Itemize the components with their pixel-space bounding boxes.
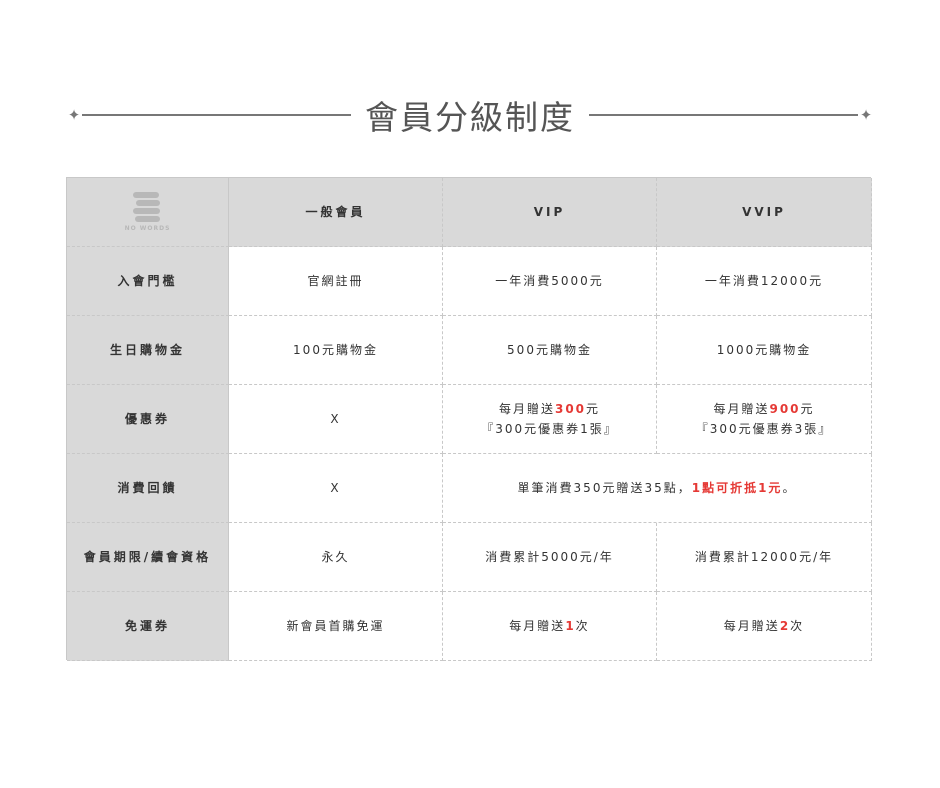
row-label-rewards: 消費回饋 [67,454,229,523]
cell-threshold-vvip: 一年消費12000元 [657,247,872,316]
cell-shipping-vip-line: 每月贈送1次 [509,616,589,636]
cell-shipping-vip: 每月贈送1次 [443,592,657,661]
cell-rewards-line: 單筆消費350元贈送35點，1點可折抵1元。 [518,478,797,498]
cell-coupon-regular: X [229,385,443,454]
cell-coupon-vip-line1: 每月贈送300元 [499,399,600,419]
cell-rewards-regular: X [229,454,443,523]
cell-birthday-vip: 500元購物金 [443,316,657,385]
cell-shipping-regular: 新會員首購免運 [229,592,443,661]
cell-coupon-vvip-line2: 『300元優惠券3張』 [695,422,833,436]
cell-term-vip: 消費累計5000元/年 [443,523,657,592]
cell-coupon-vip: 每月贈送300元 『300元優惠券1張』 [443,385,657,454]
coupon-vvip-suffix: 元 [800,402,815,416]
cell-coupon-vip-line2: 『300元優惠券1張』 [481,422,618,436]
membership-table: NO WORDS 一般會員 VIP VVIP 入會門檻 官網註冊 一年消費500… [66,177,872,661]
title-line-right [589,114,858,116]
brand-logo-text: NO WORDS [124,225,171,232]
brand-logo: NO WORDS [125,191,171,233]
title-row: ✦ 會員分級制度 ✦ [66,90,874,140]
row-label-coupon: 優惠券 [67,385,229,454]
column-header-regular: 一般會員 [229,178,443,247]
coupon-vip-prefix: 每月贈送 [498,402,555,416]
shipping-vip-suffix: 次 [575,619,590,633]
coupon-vvip-highlight: 900 [769,402,801,416]
shipping-vip-prefix: 每月贈送 [509,619,566,633]
coupon-vvip-prefix: 每月贈送 [713,402,770,416]
cell-shipping-vvip: 每月贈送2次 [657,592,872,661]
sparkle-left-icon: ✦ [67,106,81,124]
cell-rewards-vip-vvip: 單筆消費350元贈送35點，1點可折抵1元。 [443,454,872,523]
row-label-threshold: 入會門檻 [67,247,229,316]
shipping-vip-highlight: 1 [565,619,576,633]
shipping-vvip-highlight: 2 [779,619,791,633]
coupon-vip-highlight: 300 [554,402,587,416]
cell-term-regular: 永久 [229,523,443,592]
row-label-birthday-credit: 生日購物金 [67,316,229,385]
row-label-free-shipping: 免運券 [67,592,229,661]
cell-term-vvip: 消費累計12000元/年 [657,523,872,592]
brand-logo-cell: NO WORDS [67,178,229,247]
rewards-highlight: 1點可折抵1元 [691,481,783,495]
cell-birthday-regular: 100元購物金 [229,316,443,385]
coupon-vip-suffix: 元 [586,402,601,416]
column-header-vip: VIP [443,178,657,247]
rewards-prefix: 單筆消費350元贈送35點， [517,481,692,495]
cell-threshold-vip: 一年消費5000元 [443,247,657,316]
cell-threshold-regular: 官網註冊 [229,247,443,316]
column-header-vvip: VVIP [657,178,872,247]
cell-coupon-vvip: 每月贈送900元 『300元優惠券3張』 [657,385,872,454]
row-label-membership-term: 會員期限/續會資格 [67,523,229,592]
cell-birthday-vvip: 1000元購物金 [657,316,872,385]
rewards-suffix: 。 [782,481,797,495]
title-line-left [82,114,351,116]
sparkle-right-icon: ✦ [859,106,873,124]
shipping-vvip-prefix: 每月贈送 [723,619,780,633]
cell-coupon-vvip-line1: 每月贈送900元 [713,399,814,419]
shipping-vvip-suffix: 次 [790,619,805,633]
cell-shipping-vvip-line: 每月贈送2次 [724,616,804,636]
page-title: 會員分級制度 [365,98,575,137]
brand-logo-icon [133,192,161,222]
